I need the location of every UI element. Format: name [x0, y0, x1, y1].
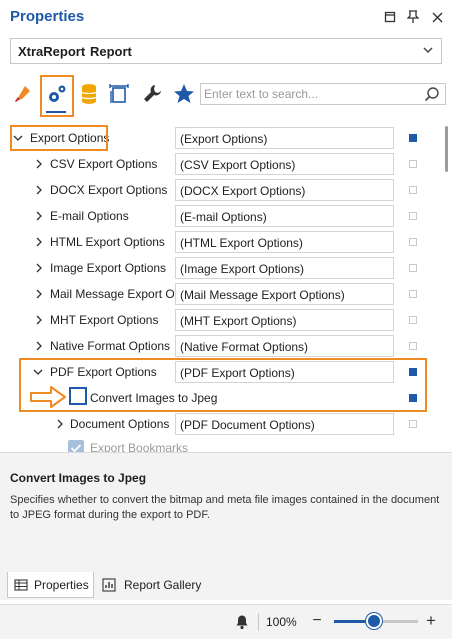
pin-icon[interactable] — [405, 9, 421, 25]
property-label: Native Format Options — [50, 339, 171, 353]
modified-marker — [409, 420, 417, 428]
scrollbar-thumb[interactable] — [445, 126, 448, 172]
property-value[interactable]: (Native Format Options) — [175, 335, 394, 357]
property-value[interactable]: (DOCX Export Options) — [175, 179, 394, 201]
chevron-right-icon[interactable] — [34, 236, 44, 247]
chevron-right-icon[interactable] — [34, 340, 44, 351]
property-label: Mail Message Export Op... — [50, 287, 174, 301]
pdf-export-options-highlight — [19, 358, 427, 412]
property-label: Image Export Options — [50, 261, 167, 275]
property-row-csv-export-options[interactable]: CSV Export Options (CSV Export Options) — [0, 151, 440, 177]
property-label: HTML Export Options — [50, 235, 165, 249]
property-row-mht-export-options[interactable]: MHT Export Options (MHT Export Options) — [0, 307, 440, 333]
property-label: DOCX Export Options — [50, 183, 168, 197]
chevron-down-icon[interactable] — [421, 43, 435, 57]
zoom-in-button[interactable]: + — [424, 611, 438, 631]
description-title: Convert Images to Jpeg — [10, 471, 147, 485]
chevron-right-icon[interactable] — [55, 418, 65, 429]
property-row-docx-export-options[interactable]: DOCX Export Options (DOCX Export Options… — [0, 177, 440, 203]
modified-marker — [409, 134, 417, 142]
modified-marker — [409, 264, 417, 272]
property-label: Document Options — [70, 417, 170, 431]
tab-label: Report Gallery — [124, 578, 202, 592]
chevron-right-icon[interactable] — [34, 184, 44, 195]
properties-grid-icon — [14, 578, 28, 592]
property-row-email-options[interactable]: E-mail Options (E-mail Options) — [0, 203, 440, 229]
search-icon[interactable] — [424, 86, 440, 102]
property-search[interactable] — [200, 83, 446, 105]
selected-object-type: Report — [90, 44, 132, 59]
active-category-underline — [46, 111, 66, 113]
property-label: MHT Export Options — [50, 313, 159, 327]
export-options-highlight — [10, 125, 108, 151]
bell-icon[interactable] — [234, 614, 250, 630]
modified-marker — [409, 290, 417, 298]
modified-marker — [409, 316, 417, 324]
chevron-right-icon[interactable] — [34, 262, 44, 273]
property-value[interactable]: (MHT Export Options) — [175, 309, 394, 331]
status-separator — [258, 613, 259, 631]
panel-title: Properties — [10, 8, 85, 25]
selected-object-name: XtraReport — [18, 44, 86, 59]
property-value[interactable]: (E-mail Options) — [175, 205, 394, 227]
property-row-mail-message-export-options[interactable]: Mail Message Export Op... (Mail Message … — [0, 281, 440, 307]
property-label: CSV Export Options — [50, 157, 158, 171]
modified-marker — [409, 212, 417, 220]
data-database-icon[interactable] — [77, 82, 101, 106]
layout-design-icon[interactable] — [107, 82, 131, 106]
chevron-right-icon[interactable] — [34, 158, 44, 169]
modified-marker — [409, 160, 417, 168]
property-value[interactable]: (CSV Export Options) — [175, 153, 394, 175]
property-label: E-mail Options — [50, 209, 129, 223]
panel-menu-icon[interactable] — [382, 9, 398, 25]
chevron-right-icon[interactable] — [34, 314, 44, 325]
report-gallery-icon — [102, 578, 116, 592]
appearance-brush-icon[interactable] — [11, 82, 35, 106]
chevron-right-icon[interactable] — [34, 210, 44, 221]
actions-wrench-icon[interactable] — [140, 82, 164, 106]
property-row-native-format-options[interactable]: Native Format Options (Native Format Opt… — [0, 333, 440, 359]
zoom-out-button[interactable]: − — [310, 612, 324, 630]
search-input[interactable] — [204, 86, 419, 102]
zoom-level: 100% — [266, 615, 297, 629]
modified-marker — [409, 342, 417, 350]
close-icon[interactable] — [429, 9, 445, 25]
panel-title-bar: Properties — [0, 0, 452, 34]
property-row-html-export-options[interactable]: HTML Export Options (HTML Export Options… — [0, 229, 440, 255]
tab-report-gallery[interactable]: Report Gallery — [96, 572, 206, 598]
favorites-star-icon[interactable] — [172, 82, 196, 106]
modified-marker — [409, 238, 417, 246]
grid-scrollbar[interactable] — [444, 124, 450, 452]
zoom-slider-thumb[interactable] — [366, 613, 383, 629]
modified-marker — [409, 186, 417, 194]
zoom-slider[interactable] — [334, 613, 418, 629]
panel-tabs: Properties Report Gallery — [0, 564, 452, 600]
property-row-image-export-options[interactable]: Image Export Options (Image Export Optio… — [0, 255, 440, 281]
tab-label: Properties — [34, 578, 89, 592]
property-description-panel: Convert Images to Jpeg Specifies whether… — [0, 452, 452, 564]
property-value[interactable]: (PDF Document Options) — [175, 413, 394, 435]
status-bar: 100% − + — [0, 604, 452, 639]
property-value[interactable]: (Export Options) — [175, 127, 394, 149]
object-selector[interactable]: XtraReport Report — [10, 38, 442, 64]
tab-properties[interactable]: Properties — [7, 572, 94, 598]
property-row-document-options[interactable]: Document Options (PDF Document Options) — [0, 411, 440, 437]
property-value[interactable]: (Image Export Options) — [175, 257, 394, 279]
property-value[interactable]: (HTML Export Options) — [175, 231, 394, 253]
description-text: Specifies whether to convert the bitmap … — [10, 494, 440, 521]
property-value[interactable]: (Mail Message Export Options) — [175, 283, 394, 305]
chevron-right-icon[interactable] — [34, 288, 44, 299]
